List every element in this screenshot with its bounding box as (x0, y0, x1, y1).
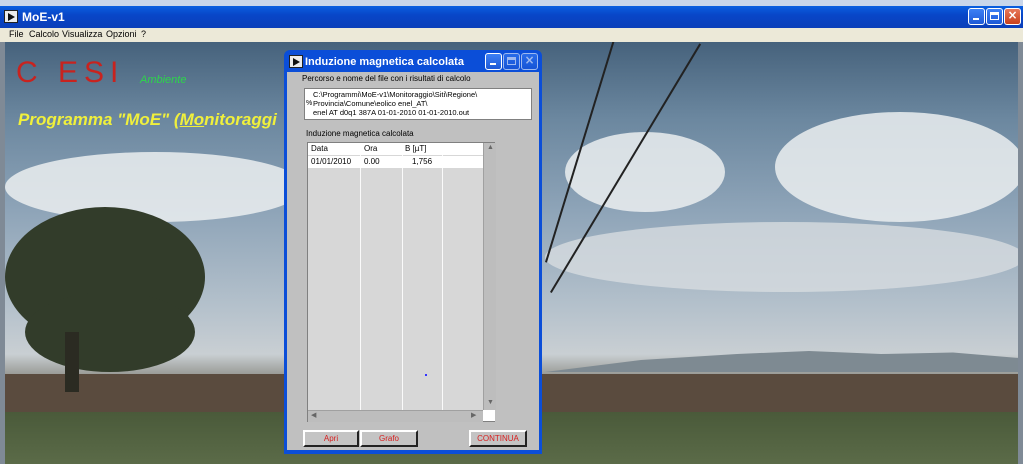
logo-subtext: Ambiente (140, 74, 187, 86)
apri-button[interactable]: Apri (303, 430, 359, 447)
grafo-button[interactable]: Grafo (360, 430, 418, 447)
dialog-titlebar[interactable]: Induzione magnetica calcolata × (284, 50, 542, 72)
cloud (5, 152, 305, 222)
column-divider (442, 143, 443, 413)
scroll-right-icon[interactable]: ▶ (471, 411, 476, 419)
continua-button[interactable]: CONTINUA (469, 430, 527, 447)
table-row[interactable]: 01/01/2010 0.00 1,756 (308, 156, 483, 168)
minimize-icon (973, 18, 979, 20)
cell-data: 01/01/2010 (311, 157, 352, 166)
program-prefix: Programma "MoE" ( (18, 110, 180, 129)
close-icon: × (524, 53, 535, 67)
scroll-down-icon[interactable]: ▼ (487, 399, 494, 406)
column-divider (402, 143, 403, 413)
cell-ora: 0.00 (364, 157, 380, 166)
menu-visualizza[interactable]: Visualizza (62, 29, 102, 39)
results-table[interactable]: Data Ora B [µT] 01/01/2010 0.00 1,756 ▲ … (307, 142, 496, 422)
main-window-titlebar[interactable]: MoE-v1 × (0, 6, 1023, 28)
cloud (545, 222, 1018, 292)
dialog-close-button[interactable]: × (521, 53, 538, 70)
dialog-body: Percorso e nome del file con i risultati… (287, 72, 539, 450)
minimize-icon (490, 63, 496, 65)
scroll-left-icon[interactable]: ◀ (311, 411, 316, 419)
program-suffix: nitoraggi (204, 110, 277, 129)
path-line: enel AT d0q1 387A 01-01-2010 01-01-2010.… (313, 108, 470, 117)
cloud (565, 132, 725, 212)
minimize-button[interactable] (968, 8, 985, 25)
header-b: B [µT] (405, 144, 427, 153)
close-icon: × (1007, 8, 1018, 22)
menu-bar: File Calcolo Visualizza Opzioni ? (0, 28, 1023, 42)
close-button[interactable]: × (1004, 8, 1021, 25)
menu-opzioni[interactable]: Opzioni (106, 29, 137, 39)
maximize-icon (507, 57, 516, 65)
cesi-logo: C ESI (16, 56, 125, 89)
cloud (775, 112, 1018, 222)
path-field[interactable]: % C:\Programmi\MoE-v1\Monitoraggio\Siti\… (304, 88, 532, 120)
menu-calcolo[interactable]: Calcolo (29, 29, 59, 39)
header-ora: Ora (364, 144, 378, 153)
window-title: MoE-v1 (22, 10, 65, 24)
dialog-minimize-button[interactable] (485, 53, 502, 70)
tree (25, 292, 195, 372)
table-header: Data Ora B [µT] (308, 143, 483, 155)
dialog-title: Induzione magnetica calcolata (305, 56, 464, 68)
dialog-maximize-button[interactable] (503, 53, 520, 70)
scroll-up-icon[interactable]: ▲ (487, 144, 494, 151)
horizontal-scrollbar[interactable]: ◀ ▶ (308, 410, 483, 422)
path-prefix: % (306, 100, 313, 107)
program-underlined: Mo (179, 110, 205, 129)
cursor-dot (425, 374, 427, 376)
results-dialog: Induzione magnetica calcolata × Percorso… (284, 50, 542, 454)
header-data: Data (311, 144, 328, 153)
path-label: Percorso e nome del file con i risultati… (302, 74, 471, 83)
program-heading: Programma "MoE" (Monitoraggi (18, 110, 277, 130)
table-label: Induzione magnetica calcolata (306, 129, 414, 138)
maximize-button[interactable] (986, 8, 1003, 25)
labview-app-icon[interactable] (4, 10, 18, 23)
tree-trunk (65, 332, 79, 392)
menu-file[interactable]: File (9, 29, 24, 39)
column-divider (360, 143, 361, 413)
labview-app-icon[interactable] (289, 55, 303, 68)
path-line: C:\Programmi\MoE-v1\Monitoraggio\Siti\Re… (313, 90, 478, 99)
mountains (545, 351, 1018, 372)
menu-help[interactable]: ? (141, 29, 146, 39)
scrollbar-corner (483, 410, 495, 421)
cell-b: 1,756 (412, 157, 433, 166)
maximize-icon (990, 12, 999, 20)
path-line: Provincia\Comune\eolico enel_AT\ (313, 99, 428, 108)
vertical-scrollbar[interactable]: ▲ ▼ (483, 143, 496, 410)
